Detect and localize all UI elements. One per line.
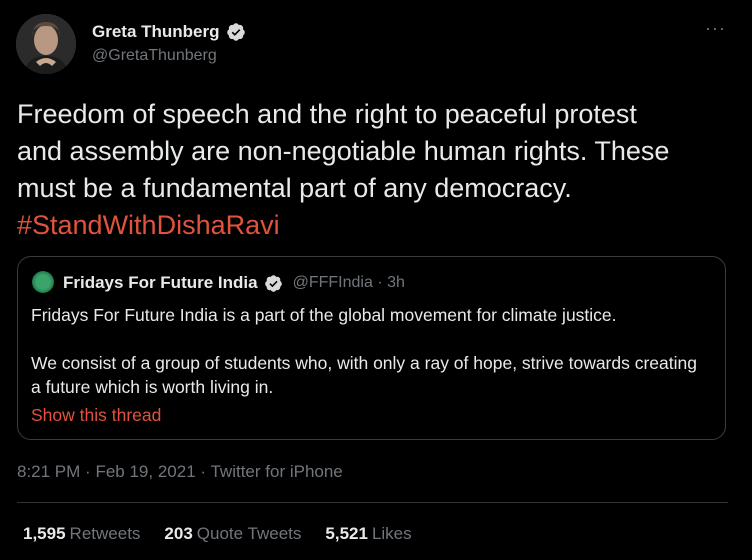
quoted-author-name[interactable]: Fridays For Future India @FFFIndia · 3h	[63, 273, 405, 293]
profile-photo-icon	[16, 14, 76, 74]
retweets-stat[interactable]: 1,595 Retweets	[23, 524, 140, 544]
tweet-source-link[interactable]: Twitter for iPhone	[210, 462, 342, 481]
tweet-card: Greta Thunberg @GretaThunberg ··· Freedo…	[0, 0, 752, 560]
author-avatar[interactable]	[16, 14, 76, 74]
author-name[interactable]: Greta Thunberg	[92, 22, 246, 42]
quoted-author-name-text: Fridays For Future India	[63, 273, 258, 292]
tweet-text: Freedom of speech and the right to peace…	[17, 96, 737, 244]
quoted-time[interactable]: 3h	[387, 274, 405, 291]
tweet-text-line: Freedom of speech and the right to peace…	[17, 99, 637, 129]
likes-stat[interactable]: 5,521 Likes	[325, 524, 411, 544]
more-options-icon[interactable]: ···	[705, 18, 726, 39]
quoted-text: Fridays For Future India is a part of th…	[31, 303, 711, 399]
author-handle[interactable]: @GretaThunberg	[92, 47, 217, 65]
author-name-text: Greta Thunberg	[92, 22, 220, 41]
likes-label: Likes	[371, 524, 412, 543]
tweet-date[interactable]: Feb 19, 2021	[95, 462, 195, 481]
quote-tweets-count: 203	[164, 524, 193, 543]
tweet-text-line: must be a fundamental part of any democr…	[17, 173, 572, 203]
quoted-tweet[interactable]: Fridays For Future India @FFFIndia · 3h …	[17, 256, 726, 440]
show-thread-link[interactable]: Show this thread	[31, 405, 161, 426]
quoted-handle: @FFFIndia	[292, 274, 373, 291]
hashtag-link[interactable]: #StandWithDishaRavi	[17, 207, 737, 244]
verified-badge-icon	[264, 274, 282, 292]
quoted-paragraph: Fridays For Future India is a part of th…	[31, 305, 617, 325]
quoted-meta: @FFFIndia · 3h	[293, 274, 405, 292]
timestamp-separator: ·	[200, 462, 207, 481]
quoted-separator: ·	[377, 274, 383, 291]
verified-badge-icon	[226, 23, 245, 41]
quote-tweets-label: Quote Tweets	[196, 524, 302, 543]
engagement-stats: 1,595 Retweets 203 Quote Tweets 5,521 Likes	[23, 524, 412, 544]
retweets-label: Retweets	[69, 524, 141, 543]
timestamp-separator: ·	[85, 462, 91, 481]
tweet-timestamp: 8:21 PM · Feb 19, 2021 · Twitter for iPh…	[17, 462, 343, 482]
quoted-author-avatar[interactable]	[32, 271, 54, 293]
quote-tweets-stat[interactable]: 203 Quote Tweets	[164, 524, 301, 544]
divider	[17, 502, 728, 503]
quoted-paragraph: We consist of a group of students who, w…	[31, 353, 697, 397]
likes-count: 5,521	[325, 524, 368, 543]
retweets-count: 1,595	[23, 524, 66, 543]
tweet-text-line: and assembly are non-negotiable human ri…	[17, 136, 670, 166]
tweet-time[interactable]: 8:21 PM	[17, 462, 80, 481]
